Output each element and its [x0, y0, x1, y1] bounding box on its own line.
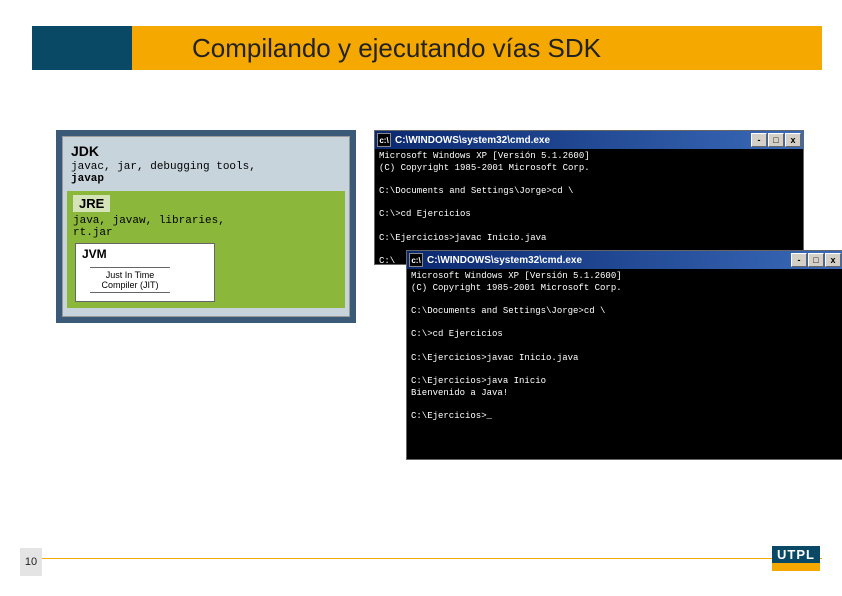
jvm-box: JVM Just In Time Compiler (JIT) — [75, 243, 215, 302]
maximize-button[interactable]: □ — [808, 253, 824, 267]
cmd2-body: Microsoft Windows XP [Versión 5.1.2600] … — [407, 269, 842, 425]
logo-subtext — [772, 563, 820, 571]
content-area: JDK javac, jar, debugging tools, javap J… — [56, 130, 822, 460]
slide-title: Compilando y ejecutando vías SDK — [132, 33, 822, 64]
jdk-items-prefix: javac, jar, debugging tools, — [71, 161, 256, 173]
logo-text: UTPL — [772, 546, 820, 563]
jre-items: java, javaw, libraries, rt.jar — [73, 215, 339, 239]
utpl-logo: UTPL — [772, 546, 820, 574]
close-button[interactable]: x — [785, 133, 801, 147]
jdk-title: JDK — [71, 143, 341, 159]
minimize-button[interactable]: - — [791, 253, 807, 267]
close-button[interactable]: x — [825, 253, 841, 267]
cmd1-title: C:\WINDOWS\system32\cmd.exe — [395, 135, 751, 146]
jvm-title: JVM — [82, 247, 208, 261]
cmd-window-2: c:\ C:\WINDOWS\system32\cmd.exe - □ x Mi… — [406, 250, 842, 460]
jre-box: JRE java, javaw, libraries, rt.jar JVM J… — [67, 191, 345, 308]
minimize-button[interactable]: - — [751, 133, 767, 147]
footer-divider — [42, 558, 822, 559]
maximize-button[interactable]: □ — [768, 133, 784, 147]
cmd-icon: c:\ — [377, 133, 391, 147]
jit-box: Just In Time Compiler (JIT) — [90, 267, 170, 293]
jre-title: JRE — [73, 195, 110, 212]
footer: 10 UTPL — [0, 544, 842, 576]
cmd2-titlebar[interactable]: c:\ C:\WINDOWS\system32\cmd.exe - □ x — [407, 251, 842, 269]
cmd2-title: C:\WINDOWS\system32\cmd.exe — [427, 255, 791, 266]
jdk-box: JDK javac, jar, debugging tools, javap J… — [62, 136, 350, 317]
jdk-items: javac, jar, debugging tools, javap — [71, 161, 341, 185]
cmd-window-1: c:\ C:\WINDOWS\system32\cmd.exe - □ x Mi… — [374, 130, 804, 265]
page-number: 10 — [20, 548, 42, 576]
jdk-diagram: JDK javac, jar, debugging tools, javap J… — [56, 130, 356, 323]
jdk-items-bold: javap — [71, 173, 104, 185]
cmd-icon: c:\ — [409, 253, 423, 267]
header-accent-block — [32, 26, 132, 70]
cmd1-titlebar[interactable]: c:\ C:\WINDOWS\system32\cmd.exe - □ x — [375, 131, 803, 149]
header-bar: Compilando y ejecutando vías SDK — [32, 26, 822, 70]
